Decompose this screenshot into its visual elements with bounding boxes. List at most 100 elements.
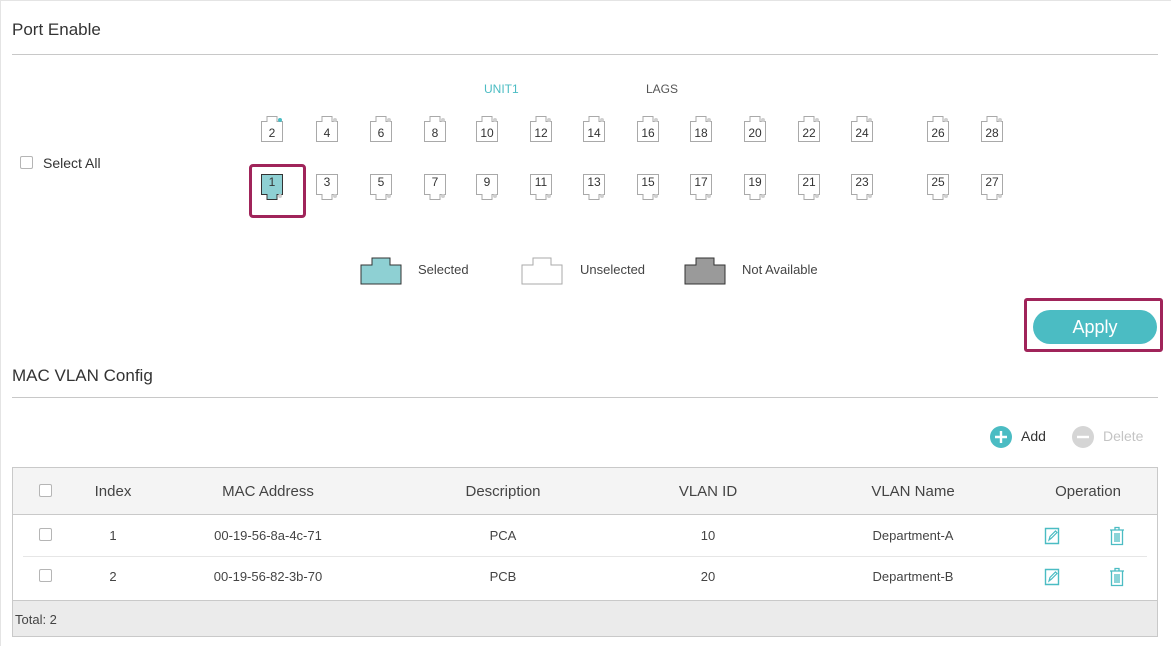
port-2[interactable]: 2 xyxy=(261,116,283,142)
port-15[interactable]: 15 xyxy=(637,174,659,200)
port-number: 22 xyxy=(802,126,816,140)
edit-icon[interactable] xyxy=(1044,568,1060,586)
port-number: 11 xyxy=(534,175,548,189)
unselected-legend-icon xyxy=(521,257,563,285)
port-number: 26 xyxy=(931,126,945,140)
port-number: 12 xyxy=(534,126,548,140)
port-26[interactable]: 26 xyxy=(927,116,949,142)
delete-button[interactable]: Delete xyxy=(1103,428,1143,444)
cell-vlan-id: 20 xyxy=(700,569,716,584)
section-divider xyxy=(12,54,1158,55)
cell-mac-address: 00-19-56-8a-4c-71 xyxy=(214,528,322,543)
port-enable-title: Port Enable xyxy=(12,20,101,39)
port-16[interactable]: 16 xyxy=(637,116,659,142)
legend-unselected-label: Unselected xyxy=(580,262,646,277)
row-divider xyxy=(23,556,1147,557)
table-footer: Total: 2 xyxy=(13,600,1157,636)
port-number: 8 xyxy=(431,126,439,140)
port-number: 23 xyxy=(855,175,869,189)
port-7[interactable]: 7 xyxy=(424,174,446,200)
port-number: 6 xyxy=(377,126,385,140)
cell-mac-address: 00-19-56-82-3b-70 xyxy=(213,569,323,584)
port-number: 18 xyxy=(694,126,708,140)
port-12[interactable]: 12 xyxy=(530,116,552,142)
apply-button[interactable]: Apply xyxy=(1033,310,1157,344)
section-divider xyxy=(12,397,1158,398)
port-number: 27 xyxy=(985,175,999,189)
port-6[interactable]: 6 xyxy=(370,116,392,142)
cell-index: 1 xyxy=(109,528,117,543)
total-count: Total: 2 xyxy=(15,612,57,627)
mac-vlan-title: MAC VLAN Config xyxy=(12,366,153,385)
select-all-checkbox[interactable] xyxy=(20,156,33,169)
port-20[interactable]: 20 xyxy=(744,116,766,142)
legend-selected-label: Selected xyxy=(418,262,469,277)
port-18[interactable]: 18 xyxy=(690,116,712,142)
column-header-operation: Operation xyxy=(1055,483,1121,500)
port-21[interactable]: 21 xyxy=(798,174,820,200)
port-17[interactable]: 17 xyxy=(690,174,712,200)
port-number: 10 xyxy=(480,126,494,140)
port-number: 4 xyxy=(323,126,331,140)
cell-description: PCB xyxy=(489,569,517,584)
port-3[interactable]: 3 xyxy=(316,174,338,200)
cell-description: PCA xyxy=(489,528,517,543)
port-number: 16 xyxy=(641,126,655,140)
port-14[interactable]: 14 xyxy=(583,116,605,142)
column-header-index: Index xyxy=(94,483,132,500)
cell-index: 2 xyxy=(109,569,117,584)
port-number: 19 xyxy=(748,175,762,189)
edit-icon[interactable] xyxy=(1044,527,1060,545)
column-header-vlan-id: VLAN ID xyxy=(678,483,738,500)
port-5[interactable]: 5 xyxy=(370,174,392,200)
port-number: 9 xyxy=(483,175,491,189)
port-11[interactable]: 11 xyxy=(530,174,552,200)
port-number: 13 xyxy=(587,175,601,189)
tab-lags[interactable]: LAGS xyxy=(646,82,678,96)
select-all-label: Select All xyxy=(43,155,101,171)
port-number: 20 xyxy=(748,126,762,140)
selected-legend-icon xyxy=(360,257,402,285)
port-4[interactable]: 4 xyxy=(316,116,338,142)
cell-vlan-name: Department-B xyxy=(872,569,954,584)
port-number: 3 xyxy=(323,175,331,189)
plus-circle-icon[interactable] xyxy=(990,426,1012,448)
port-number: 17 xyxy=(694,175,708,189)
legend-not-available-label: Not Available xyxy=(742,262,818,277)
port-number: 24 xyxy=(855,126,869,140)
port-23[interactable]: 23 xyxy=(851,174,873,200)
table-header: Index MAC Address Description VLAN ID VL… xyxy=(13,468,1157,515)
port-8[interactable]: 8 xyxy=(424,116,446,142)
row-checkbox[interactable] xyxy=(39,528,52,541)
trash-icon[interactable] xyxy=(1108,526,1126,546)
add-button[interactable]: Add xyxy=(1021,428,1046,444)
port-number: 15 xyxy=(641,175,655,189)
port-number: 5 xyxy=(377,175,385,189)
mac-vlan-table: Index MAC Address Description VLAN ID VL… xyxy=(12,467,1158,637)
port-number: 14 xyxy=(587,126,601,140)
column-header-vlan-name: VLAN Name xyxy=(871,483,955,500)
port-number: 2 xyxy=(268,126,276,140)
column-header-description: Description xyxy=(465,483,541,500)
tab-unit1[interactable]: UNIT1 xyxy=(484,82,519,96)
port-22[interactable]: 22 xyxy=(798,116,820,142)
port-number: 21 xyxy=(802,175,816,189)
port-19[interactable]: 19 xyxy=(744,174,766,200)
row-checkbox[interactable] xyxy=(39,569,52,582)
port-27[interactable]: 27 xyxy=(981,174,1003,200)
port-9[interactable]: 9 xyxy=(476,174,498,200)
port-10[interactable]: 10 xyxy=(476,116,498,142)
port-24[interactable]: 24 xyxy=(851,116,873,142)
cell-vlan-id: 10 xyxy=(700,528,716,543)
port-number: 25 xyxy=(931,175,945,189)
select-all-rows-checkbox[interactable] xyxy=(39,484,52,497)
minus-circle-icon[interactable] xyxy=(1072,426,1094,448)
port-number: 7 xyxy=(431,175,439,189)
port-28[interactable]: 28 xyxy=(981,116,1003,142)
port-25[interactable]: 25 xyxy=(927,174,949,200)
trash-icon[interactable] xyxy=(1108,567,1126,587)
port-13[interactable]: 13 xyxy=(583,174,605,200)
selected-port-highlight xyxy=(249,164,306,218)
port-number: 28 xyxy=(985,126,999,140)
not-available-legend-icon xyxy=(684,257,726,285)
